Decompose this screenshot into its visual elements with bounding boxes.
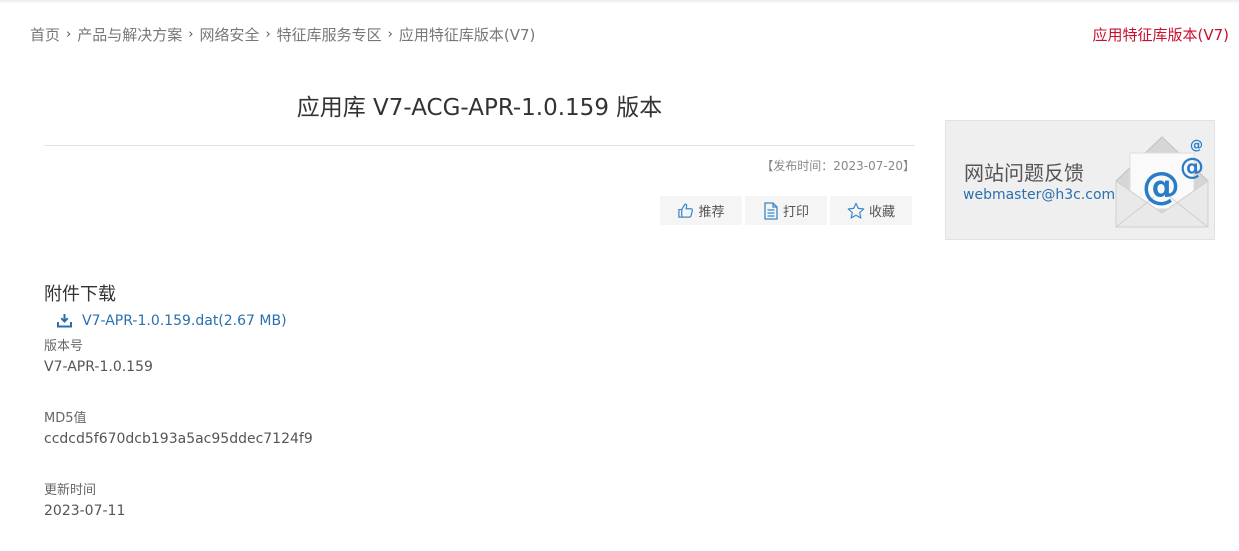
version-value: V7-APR-1.0.159 [44, 359, 153, 375]
email-envelope-icon: @ @ @ [1115, 136, 1209, 228]
svg-text:@: @ [1142, 164, 1180, 208]
favorite-label: 收藏 [868, 205, 895, 220]
attachment-download-link[interactable]: V7-APR-1.0.159.dat(2.67 MB) [57, 313, 287, 329]
updated-value: 2023-07-11 [44, 503, 126, 519]
breadcrumb-home[interactable]: 首页 [30, 24, 60, 45]
top-shadow [0, 0, 1239, 4]
breadcrumb-separator: › [387, 27, 393, 42]
publish-date: 【发布时间：2023-07-20】 [761, 159, 915, 173]
svg-text:@: @ [1180, 153, 1204, 181]
document-icon [764, 201, 778, 220]
breadcrumb-separator: › [66, 27, 72, 42]
recommend-button[interactable]: 推荐 [660, 196, 742, 225]
article-actions: 推荐 打印 收藏 [660, 196, 912, 225]
section-title: 应用特征库版本(V7) [1092, 26, 1229, 44]
updated-label: 更新时间 [44, 483, 97, 498]
breadcrumb-separator: › [188, 27, 194, 42]
breadcrumb-app-signature-v7[interactable]: 应用特征库版本(V7) [399, 24, 536, 45]
feedback-title: 网站问题反馈 [964, 161, 1084, 185]
thumbs-up-icon [678, 203, 694, 218]
breadcrumb-separator: › [265, 27, 271, 42]
breadcrumb-products[interactable]: 产品与解决方案 [77, 24, 182, 45]
breadcrumb-signature-zone[interactable]: 特征库服务专区 [277, 24, 382, 45]
star-icon [847, 202, 865, 219]
svg-text:@: @ [1190, 138, 1203, 153]
title-divider [44, 145, 915, 146]
breadcrumb-network-security[interactable]: 网络安全 [199, 24, 259, 45]
md5-label: MD5值 [44, 411, 87, 426]
favorite-button[interactable]: 收藏 [830, 196, 912, 225]
recommend-label: 推荐 [698, 205, 725, 220]
version-label: 版本号 [44, 339, 84, 354]
attachments-heading: 附件下载 [44, 284, 116, 305]
breadcrumb: 首页 › 产品与解决方案 › 网络安全 › 特征库服务专区 › 应用特征库版本(… [30, 24, 535, 45]
attachment-filename: V7-APR-1.0.159.dat(2.67 MB) [82, 313, 287, 329]
download-icon [57, 314, 72, 328]
page-title: 应用库 V7-ACG-APR-1.0.159 版本 [296, 95, 663, 121]
print-label: 打印 [782, 205, 809, 220]
md5-value: ccdcd5f670dcb193a5ac95ddec7124f9 [44, 431, 313, 447]
feedback-box: 网站问题反馈 webmaster@h3c.com @ @ @ [945, 120, 1215, 240]
feedback-email-link[interactable]: webmaster@h3c.com [963, 187, 1115, 203]
print-button[interactable]: 打印 [745, 196, 827, 225]
